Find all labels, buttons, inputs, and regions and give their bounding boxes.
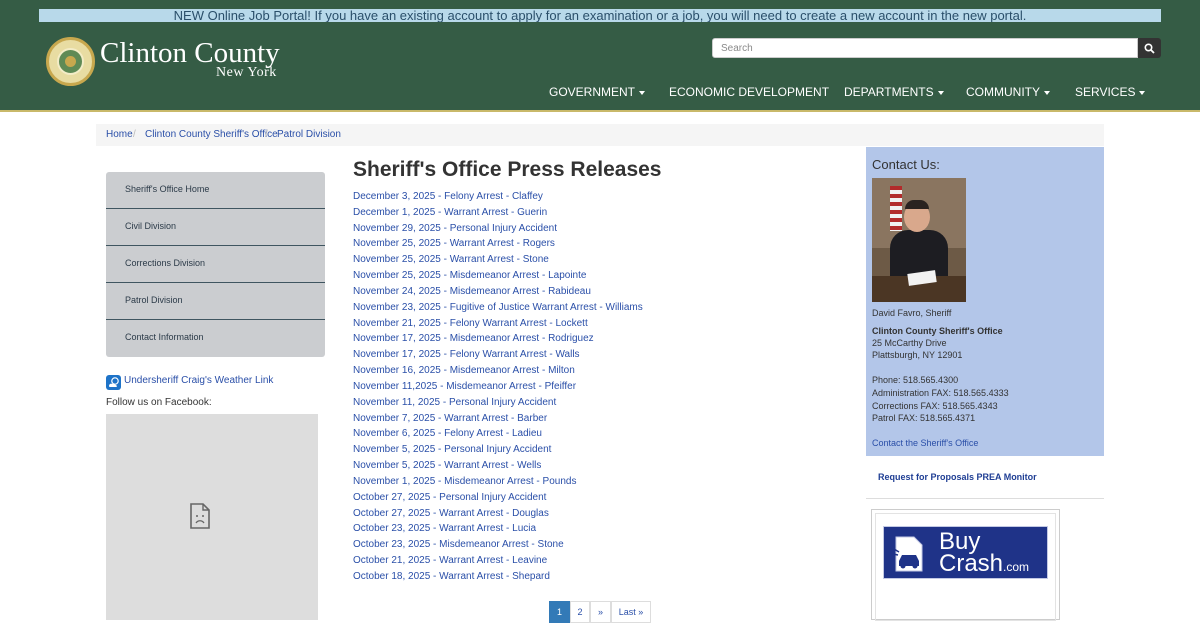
search-input[interactable]	[712, 38, 1138, 58]
press-release-link[interactable]: November 29, 2025 - Personal Injury Acci…	[353, 222, 557, 236]
press-release-link[interactable]: October 18, 2025 - Warrant Arrest - Shep…	[353, 570, 550, 584]
nav-community[interactable]: COMMUNITY	[966, 84, 1050, 100]
press-release-link[interactable]: November 7, 2025 - Warrant Arrest - Barb…	[353, 412, 547, 426]
brand-state: New York	[216, 65, 277, 80]
administration-fax: Administration FAX: 518.565.4333	[872, 388, 1009, 398]
phone-number: Phone: 518.565.4300	[872, 375, 959, 385]
caret-down-icon	[639, 90, 646, 95]
press-release-link[interactable]: November 11,2025 - Misdemeanor Arrest - …	[353, 380, 576, 394]
press-release-link[interactable]: October 23, 2025 - Warrant Arrest - Luci…	[353, 522, 536, 536]
search-icon	[1144, 43, 1155, 54]
breadcrumb: Home / Clinton County Sheriff's Office /…	[96, 124, 1104, 146]
facebook-embed[interactable]	[106, 414, 318, 620]
buycrash-banner[interactable]: Buy Crash.com	[871, 509, 1060, 621]
sidebar-item-label: Sheriff's Office Home	[125, 184, 210, 194]
sheriff-photo	[872, 178, 966, 302]
caret-down-icon	[1139, 90, 1146, 95]
nav-label: ECONOMIC DEVELOPMENT	[669, 85, 830, 99]
address-line-2: Plattsburgh, NY 12901	[872, 350, 963, 360]
breadcrumb-separator: /	[265, 129, 268, 140]
press-release-link[interactable]: October 23, 2025 - Misdemeanor Arrest - …	[353, 538, 564, 552]
address-line-1: 25 McCarthy Drive	[872, 338, 947, 348]
sidebar-item-label: Corrections Division	[125, 258, 206, 268]
caret-down-icon	[1044, 90, 1050, 95]
press-release-link[interactable]: October 27, 2025 - Warrant Arrest - Doug…	[353, 507, 549, 521]
press-release-link[interactable]: November 5, 2025 - Personal Injury Accid…	[353, 443, 551, 457]
press-release-link[interactable]: November 25, 2025 - Misdemeanor Arrest -…	[353, 269, 586, 283]
contact-panel: Contact Us: David Favro, Sheriff Clinton…	[866, 147, 1104, 456]
sheriff-name: David Favro, Sheriff	[872, 308, 952, 318]
press-release-link[interactable]: November 6, 2025 - Felony Arrest - Ladie…	[353, 427, 542, 441]
sidebar-item-sheriffs-office-home[interactable]: Sheriff's Office Home	[106, 172, 325, 209]
breadcrumb-patrol-division[interactable]: Patrol Division	[277, 124, 341, 146]
breadcrumb-separator: /	[133, 129, 136, 140]
rfp-prea-monitor-link[interactable]: Request for Proposals PREA Monitor	[878, 471, 1037, 483]
nav-label: COMMUNITY	[966, 85, 1040, 99]
press-release-link[interactable]: November 1, 2025 - Misdemeanor Arrest - …	[353, 475, 576, 489]
caret-down-icon	[937, 90, 944, 95]
press-release-link[interactable]: November 25, 2025 - Warrant Arrest - Sto…	[353, 253, 549, 267]
press-release-link[interactable]: November 24, 2025 - Misdemeanor Arrest -…	[353, 285, 591, 299]
press-release-link[interactable]: November 11, 2025 - Personal Injury Acci…	[353, 396, 556, 410]
divider	[866, 498, 1104, 499]
breadcrumb-sheriffs-office[interactable]: Clinton County Sheriff's Office	[145, 124, 278, 146]
nav-label: DEPARTMENTS	[844, 85, 934, 99]
patrol-fax: Patrol FAX: 518.565.4371	[872, 413, 976, 423]
sidebar-item-civil-division[interactable]: Civil Division	[106, 209, 325, 246]
sidebar-item-label: Patrol Division	[125, 295, 183, 305]
press-release-link[interactable]: November 23, 2025 - Fugitive of Justice …	[353, 301, 643, 315]
buycrash-com-text: .com	[1003, 560, 1030, 574]
sidebar-item-corrections-division[interactable]: Corrections Division	[106, 246, 325, 283]
breadcrumb-home[interactable]: Home	[106, 124, 133, 146]
nav-label: SERVICES	[1075, 85, 1136, 99]
nav-services[interactable]: SERVICES	[1075, 84, 1146, 100]
contact-sheriff-link[interactable]: Contact the Sheriff's Office	[872, 437, 978, 449]
press-release-link[interactable]: November 17, 2025 - Misdemeanor Arrest -…	[353, 332, 594, 346]
press-release-link[interactable]: December 3, 2025 - Felony Arrest - Claff…	[353, 190, 543, 204]
nav-label: GOVERNMENT	[549, 85, 636, 99]
press-release-link[interactable]: November 21, 2025 - Felony Warrant Arres…	[353, 317, 588, 331]
corrections-fax: Corrections FAX: 518.565.4343	[872, 401, 998, 411]
nav-government[interactable]: GOVERNMENT	[549, 84, 646, 100]
press-release-link[interactable]: December 1, 2025 - Warrant Arrest - Guer…	[353, 206, 547, 220]
page-title: Sheriff's Office Press Releases	[353, 158, 662, 181]
press-release-link[interactable]: November 25, 2025 - Warrant Arrest - Rog…	[353, 237, 555, 251]
buycrash-crash-text: Crash.com	[939, 551, 1029, 580]
buycrash-crash-word: Crash	[939, 550, 1004, 577]
county-seal-icon[interactable]	[46, 37, 95, 86]
buycrash-logo[interactable]: Buy Crash.com	[883, 526, 1048, 579]
sidebar-menu: Sheriff's Office Home Civil Division Cor…	[106, 172, 325, 357]
press-release-link[interactable]: November 16, 2025 - Misdemeanor Arrest -…	[353, 364, 575, 378]
search-button[interactable]	[1138, 38, 1161, 58]
sidebar-item-patrol-division[interactable]: Patrol Division	[106, 283, 325, 320]
buycrash-car-icon	[892, 536, 923, 572]
nav-economic-development[interactable]: ECONOMIC DEVELOPMENT	[669, 84, 829, 100]
sidebar-item-label: Contact Information	[125, 332, 204, 342]
press-release-link[interactable]: November 17, 2025 - Felony Warrant Arres…	[353, 348, 580, 362]
office-name: Clinton County Sheriff's Office	[872, 326, 1003, 336]
follow-facebook-label: Follow us on Facebook:	[106, 397, 212, 408]
contact-title: Contact Us:	[872, 157, 940, 172]
press-release-link[interactable]: October 27, 2025 - Personal Injury Accid…	[353, 491, 546, 505]
weather-link[interactable]: Undersheriff Craig's Weather Link	[124, 375, 273, 387]
press-release-link[interactable]: November 5, 2025 - Warrant Arrest - Well…	[353, 459, 541, 473]
broken-image-icon	[190, 503, 210, 529]
sidebar-item-label: Civil Division	[125, 221, 177, 231]
site-header: NEW Online Job Portal! If you have an ex…	[0, 0, 1200, 112]
sidebar-item-contact-information[interactable]: Contact Information	[106, 320, 325, 357]
press-release-link[interactable]: October 21, 2025 - Warrant Arrest - Leav…	[353, 554, 547, 568]
weather-app-icon[interactable]	[106, 375, 121, 390]
nav-departments[interactable]: DEPARTMENTS	[844, 84, 944, 100]
job-portal-alert[interactable]: NEW Online Job Portal! If you have an ex…	[39, 9, 1161, 22]
